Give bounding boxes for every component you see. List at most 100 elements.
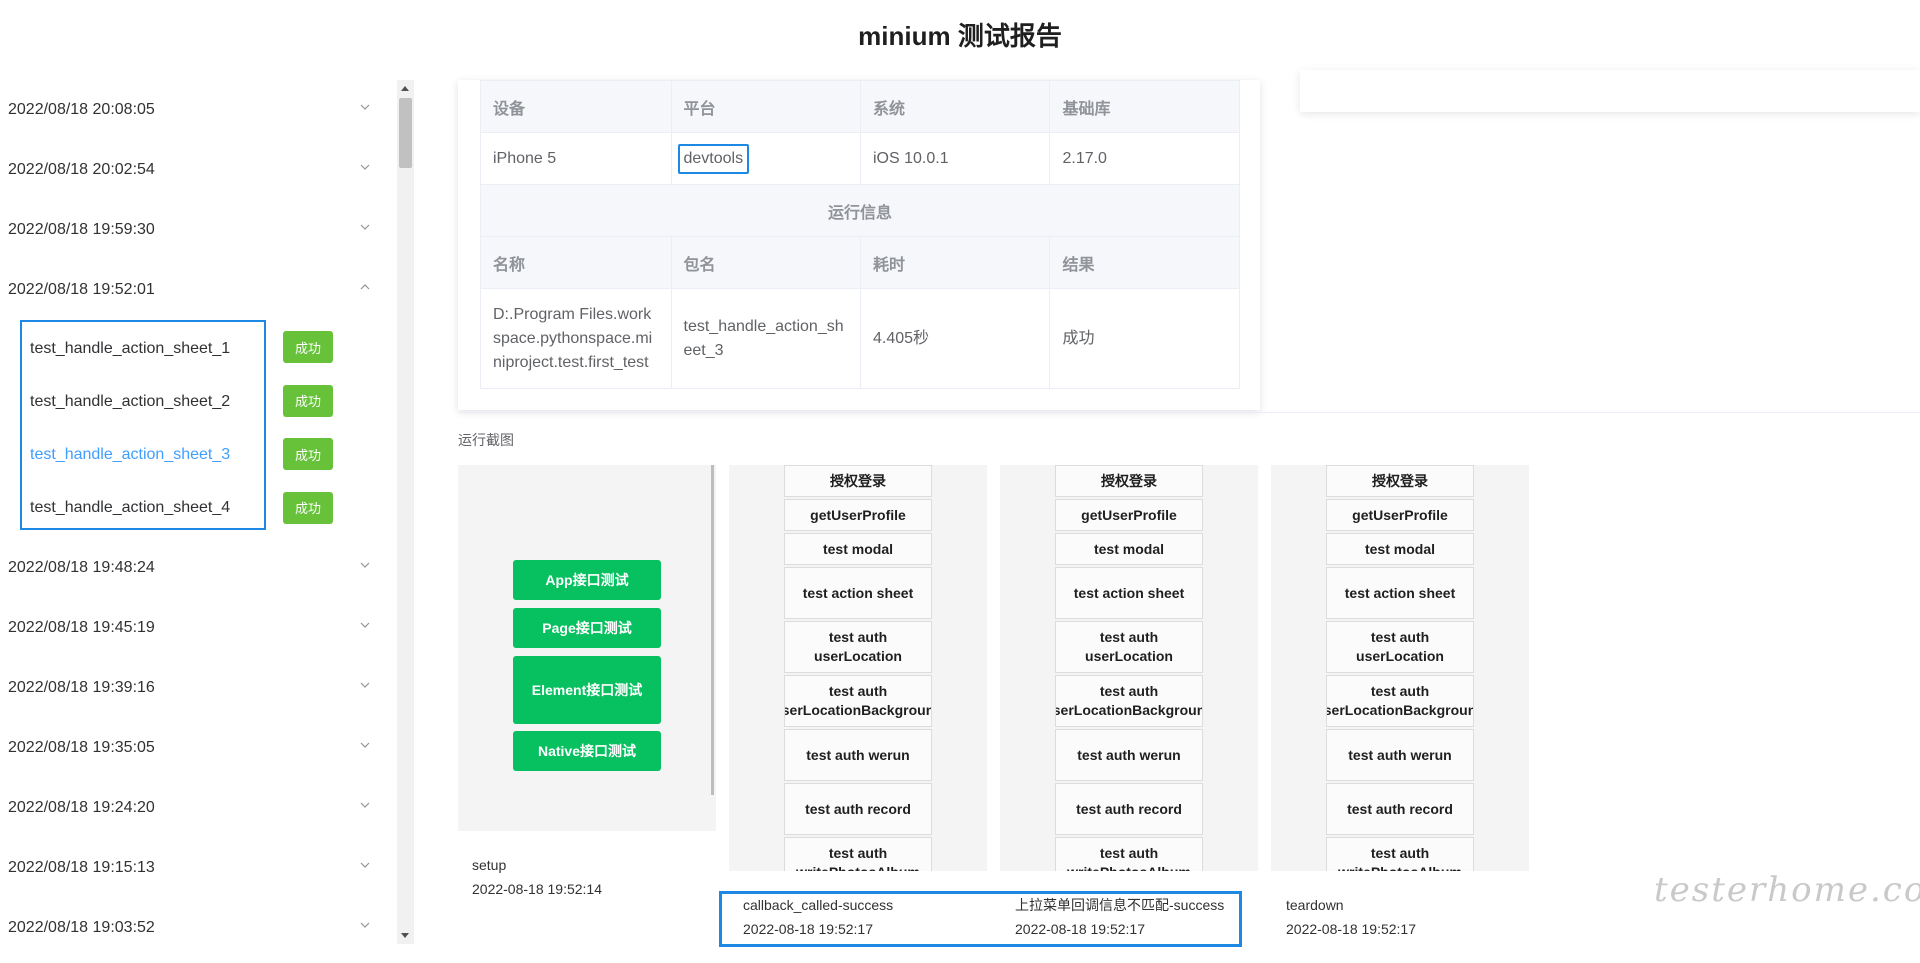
run-item[interactable]: 2022/08/18 19:48:24 — [0, 538, 398, 598]
menu-item-button[interactable]: test auth writePhotosAlbum — [784, 837, 932, 871]
run-item[interactable]: 2022/08/18 19:59:30 — [0, 200, 398, 260]
menu-item-button[interactable]: test action sheet — [784, 567, 932, 619]
case-list-highlight: test_handle_action_sheet_1 test_handle_ac… — [20, 320, 266, 530]
run-timestamp: 2022/08/18 19:45:19 — [8, 619, 155, 636]
section-run-info: 运行信息 — [480, 184, 1240, 237]
run-history-sidebar: 2022/08/18 20:08:05 2022/08/18 20:02:54 20… — [0, 80, 398, 963]
step-time: 2022-08-18 19:52:17 — [743, 921, 873, 937]
menu-item-button[interactable]: getUserProfile — [1326, 499, 1474, 531]
run-timestamp: 2022/08/18 19:35:05 — [8, 739, 155, 756]
run-item[interactable]: 2022/08/18 19:39:16 — [0, 658, 398, 718]
case-item[interactable]: test_handle_action_sheet_4 — [22, 481, 264, 534]
chevron-down-icon[interactable] — [360, 560, 370, 570]
menu-item-button[interactable]: test modal — [1055, 533, 1203, 565]
device-info-card: 设备 平台 系统 基础库 iPhone 5 devtools iOS 10.0.… — [458, 80, 1260, 410]
step-time: 2022-08-18 19:52:14 — [472, 881, 602, 897]
summary-card — [1300, 70, 1920, 112]
run-item[interactable]: 2022/08/18 19:52:01 — [0, 260, 398, 320]
menu-item-button[interactable]: test action sheet — [1055, 567, 1203, 619]
value-result: 成功 — [1049, 288, 1240, 389]
run-timestamp: 2022/08/18 19:39:16 — [8, 679, 155, 696]
menu-item-button[interactable]: test auth werun — [784, 729, 932, 781]
run-item[interactable]: 2022/08/18 20:02:54 — [0, 140, 398, 200]
menu-item-button[interactable]: test auth writePhotosAlbum — [1326, 837, 1474, 871]
step-name: teardown — [1286, 897, 1344, 913]
menu-item-button[interactable]: getUserProfile — [784, 499, 932, 531]
chevron-up-icon[interactable] — [360, 282, 370, 292]
api-test-button[interactable]: Page接口测试 — [513, 608, 661, 648]
menu-item-button[interactable]: getUserProfile — [1055, 499, 1203, 531]
value-platform-cell: devtools — [670, 132, 861, 185]
screenshot-step-3[interactable]: 授权登录 getUserProfile test modal test action … — [1271, 465, 1529, 871]
api-test-button[interactable]: App接口测试 — [513, 560, 661, 600]
menu-item-button[interactable]: test action sheet — [1326, 567, 1474, 619]
menu-item-button[interactable]: test auth userLocationBackground — [1055, 675, 1203, 727]
menu-item-button[interactable]: test auth werun — [1055, 729, 1203, 781]
value-name: D:.Program Files.workspace.pythonspace.m… — [480, 288, 672, 389]
step-time: 2022-08-18 19:52:17 — [1286, 921, 1416, 937]
run-item[interactable]: 2022/08/18 20:08:05 — [0, 80, 398, 140]
chevron-down-icon[interactable] — [360, 102, 370, 112]
run-item[interactable]: 2022/08/18 19:03:52 — [0, 898, 398, 958]
api-test-button[interactable]: Element接口测试 — [513, 656, 661, 724]
menu-item-button[interactable]: 授权登录 — [784, 465, 932, 497]
header-name: 名称 — [480, 236, 672, 289]
step-teardown: teardown 2022-08-18 19:52:17 — [1286, 893, 1416, 941]
menu-item-button[interactable]: test auth writePhotosAlbum — [1055, 837, 1203, 871]
device-info-table: 设备 平台 系统 基础库 iPhone 5 devtools iOS 10.0.… — [480, 80, 1240, 389]
menu-item-button[interactable]: test auth record — [1055, 783, 1203, 835]
scroll-down-arrow-icon[interactable] — [401, 933, 409, 938]
run-timestamp: 2022/08/18 20:08:05 — [8, 101, 155, 118]
divider — [458, 412, 1920, 413]
menu-item-button[interactable]: test auth record — [784, 783, 932, 835]
menu-item-button[interactable]: test auth userLocationBackground — [784, 675, 932, 727]
watermark: testerhome.com — [1654, 870, 1920, 910]
chevron-down-icon[interactable] — [360, 620, 370, 630]
screenshot-step-1[interactable]: 授权登录 getUserProfile test modal test action … — [729, 465, 987, 871]
scroll-up-arrow-icon[interactable] — [401, 86, 409, 91]
api-test-button[interactable]: Native接口测试 — [513, 731, 661, 771]
value-base-lib: 2.17.0 — [1049, 132, 1240, 185]
menu-item-button[interactable]: test auth userLocation — [784, 621, 932, 673]
chevron-down-icon[interactable] — [360, 920, 370, 930]
chevron-down-icon[interactable] — [360, 222, 370, 232]
run-item[interactable]: 2022/08/18 19:15:13 — [0, 838, 398, 898]
page-title: minium 测试报告 — [858, 21, 1062, 51]
header-result: 结果 — [1049, 236, 1240, 289]
case-item[interactable]: test_handle_action_sheet_1 — [22, 322, 264, 375]
header-duration: 耗时 — [859, 236, 1051, 289]
run-item[interactable]: 2022/08/18 19:35:05 — [0, 718, 398, 778]
menu-item-button[interactable]: test modal — [784, 533, 932, 565]
menu-item-button[interactable]: 授权登录 — [1326, 465, 1474, 497]
step-setup: setup 2022-08-18 19:52:14 — [472, 853, 602, 901]
menu-item-button[interactable]: test auth userLocation — [1326, 621, 1474, 673]
step-name: setup — [472, 857, 507, 873]
menu-item-button[interactable]: test auth record — [1326, 783, 1474, 835]
menu-item-button[interactable]: test auth userLocation — [1055, 621, 1203, 673]
header-base-lib: 基础库 — [1049, 80, 1240, 133]
header-package: 包名 — [670, 236, 861, 289]
chevron-down-icon[interactable] — [360, 162, 370, 172]
chevron-down-icon[interactable] — [360, 860, 370, 870]
menu-item-button[interactable]: 授权登录 — [1055, 465, 1203, 497]
case-item[interactable]: test_handle_action_sheet_2 — [22, 375, 264, 428]
menu-item-button[interactable]: test auth userLocationBackground — [1326, 675, 1474, 727]
sidebar-scrollbar[interactable] — [397, 80, 414, 944]
run-timestamp: 2022/08/18 19:15:13 — [8, 859, 155, 876]
case-item[interactable]: test_handle_action_sheet_3 — [22, 428, 264, 481]
step-name: 上拉菜单回调信息不匹配-success — [1015, 897, 1225, 913]
run-timestamp: 2022/08/18 19:48:24 — [8, 559, 155, 576]
chevron-down-icon[interactable] — [360, 740, 370, 750]
screenshot-step-2[interactable]: 授权登录 getUserProfile test modal test action … — [1000, 465, 1258, 871]
scroll-thumb[interactable] — [399, 98, 412, 168]
menu-item-button[interactable]: test auth werun — [1326, 729, 1474, 781]
chevron-down-icon[interactable] — [360, 800, 370, 810]
run-item[interactable]: 2022/08/18 19:45:19 — [0, 598, 398, 658]
status-badge: 成功 — [283, 491, 333, 524]
chevron-down-icon[interactable] — [360, 680, 370, 690]
run-item[interactable]: 2022/08/18 19:24:20 — [0, 778, 398, 838]
header-platform: 平台 — [670, 80, 861, 133]
screenshot-setup[interactable]: App接口测试 Page接口测试 Element接口测试 Native接口测试 — [458, 465, 716, 831]
value-platform: devtools — [677, 143, 750, 174]
menu-item-button[interactable]: test modal — [1326, 533, 1474, 565]
